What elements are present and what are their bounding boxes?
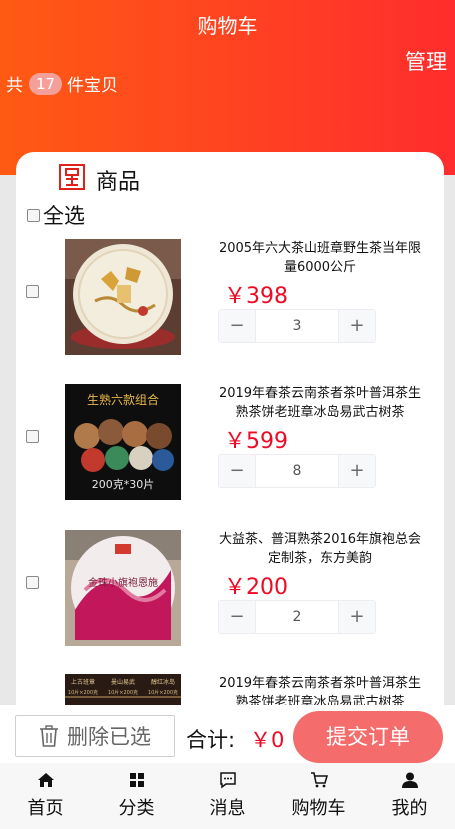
item-checkbox[interactable] bbox=[26, 430, 39, 443]
item-checkbox[interactable] bbox=[26, 576, 39, 589]
product-image-caption: 金珠小旗袍恩施 bbox=[88, 576, 158, 589]
message-icon bbox=[219, 772, 236, 789]
product-name: 2005年六大茶山班章野生茶当年限量6000公斤 bbox=[218, 241, 422, 275]
increase-button[interactable]: + bbox=[339, 455, 375, 487]
product-image-caption: 曼山易武 bbox=[111, 678, 135, 686]
tab-home[interactable]: 首页 bbox=[0, 763, 91, 829]
product-image-caption: 10片×200克 bbox=[68, 689, 98, 696]
item-checkbox[interactable] bbox=[26, 285, 39, 298]
page-title: 购物车 bbox=[197, 14, 258, 38]
cart-item: 2005年六大茶山班章野生茶当年限量6000公斤 ￥398 − 3 + bbox=[16, 239, 444, 369]
tab-cart[interactable]: 购物车 bbox=[273, 763, 364, 829]
cart-item: 金珠小旗袍恩施 大益茶、普洱熟茶2016年旗袍总会定制茶，东方美韵 ￥200 −… bbox=[16, 530, 444, 660]
product-image[interactable]: 金珠小旗袍恩施 bbox=[65, 530, 181, 646]
quantity-stepper: − 3 + bbox=[218, 309, 376, 343]
product-image-caption: 上古班章 bbox=[71, 678, 95, 686]
total-label: 合计: bbox=[186, 728, 236, 752]
product-name: 2019年春茶云南茶者茶叶普洱茶生熟茶饼老班章冰岛易武古树茶 bbox=[218, 386, 422, 420]
header: 购物车 管理 共 17 件宝贝 bbox=[0, 0, 455, 175]
tab-label: 购物车 bbox=[291, 798, 346, 819]
quantity-input[interactable]: 3 bbox=[255, 310, 339, 342]
delete-selected-button[interactable]: 删除已选 bbox=[15, 715, 175, 757]
tab-label: 我的 bbox=[391, 798, 428, 819]
trash-icon bbox=[40, 725, 58, 747]
shop-icon bbox=[59, 164, 85, 190]
product-image-caption: 10片×200克 bbox=[108, 689, 138, 696]
tab-messages[interactable]: 消息 bbox=[182, 763, 273, 829]
decrease-button[interactable]: − bbox=[219, 601, 255, 633]
tab-label: 消息 bbox=[209, 798, 246, 819]
decrease-button[interactable]: − bbox=[219, 455, 255, 487]
increase-button[interactable]: + bbox=[339, 601, 375, 633]
cart-icon bbox=[310, 772, 328, 788]
cart-item: 生熟六款组合 200克*30片 2019年春茶云南茶者茶叶普洱茶生熟茶饼老班章冰… bbox=[16, 384, 444, 514]
product-image-caption: 生熟六款组合 bbox=[87, 392, 159, 407]
quantity-stepper: − 2 + bbox=[218, 600, 376, 634]
tab-label: 分类 bbox=[118, 798, 155, 819]
tab-profile[interactable]: 我的 bbox=[364, 763, 455, 829]
count-prefix: 共 bbox=[6, 76, 23, 96]
cart-card: 商品 全选 2005年六大茶山班章野生茶当年限量6000公斤 ￥398 − 3 … bbox=[16, 152, 444, 712]
delete-selected-label: 删除已选 bbox=[67, 725, 151, 749]
count-badge: 17 bbox=[29, 72, 62, 95]
product-price: ￥398 bbox=[224, 284, 288, 309]
item-count: 共 17 件宝贝 bbox=[6, 71, 118, 96]
grid-icon bbox=[129, 773, 144, 787]
increase-button[interactable]: + bbox=[339, 310, 375, 342]
bottom-action-bar: 删除已选 合计: ￥0 提交订单 bbox=[0, 705, 455, 763]
tab-label: 首页 bbox=[27, 798, 64, 819]
product-image-caption: 200克*30片 bbox=[92, 478, 155, 491]
quantity-stepper: − 8 + bbox=[218, 454, 376, 488]
submit-order-button[interactable]: 提交订单 bbox=[293, 711, 443, 763]
quantity-input[interactable]: 2 bbox=[255, 601, 339, 633]
tab-bar: 首页 分类 消息 购物车 我的 bbox=[0, 763, 455, 829]
product-image[interactable]: 生熟六款组合 200克*30片 bbox=[65, 384, 181, 500]
product-image[interactable] bbox=[65, 239, 181, 355]
user-icon bbox=[401, 772, 418, 788]
section-header: 商品 bbox=[58, 158, 140, 196]
section-label: 商品 bbox=[96, 170, 141, 195]
manage-button[interactable]: 管理 bbox=[405, 46, 447, 76]
select-all-label: 全选 bbox=[43, 204, 85, 228]
select-all[interactable]: 全选 bbox=[27, 200, 85, 230]
total-value: ￥0 bbox=[250, 728, 285, 752]
tab-category[interactable]: 分类 bbox=[91, 763, 182, 829]
product-image-caption: 10片×200克 bbox=[148, 689, 178, 696]
quantity-input[interactable]: 8 bbox=[255, 455, 339, 487]
count-suffix: 件宝贝 bbox=[67, 76, 118, 96]
home-icon bbox=[37, 773, 54, 787]
product-name: 大益茶、普洱熟茶2016年旗袍总会定制茶，东方美韵 bbox=[218, 532, 422, 566]
product-price: ￥599 bbox=[224, 429, 288, 454]
select-all-checkbox[interactable] bbox=[27, 208, 40, 222]
product-image-caption: 醇红冰岛 bbox=[151, 678, 175, 686]
decrease-button[interactable]: − bbox=[219, 310, 255, 342]
product-price: ￥200 bbox=[224, 575, 288, 600]
